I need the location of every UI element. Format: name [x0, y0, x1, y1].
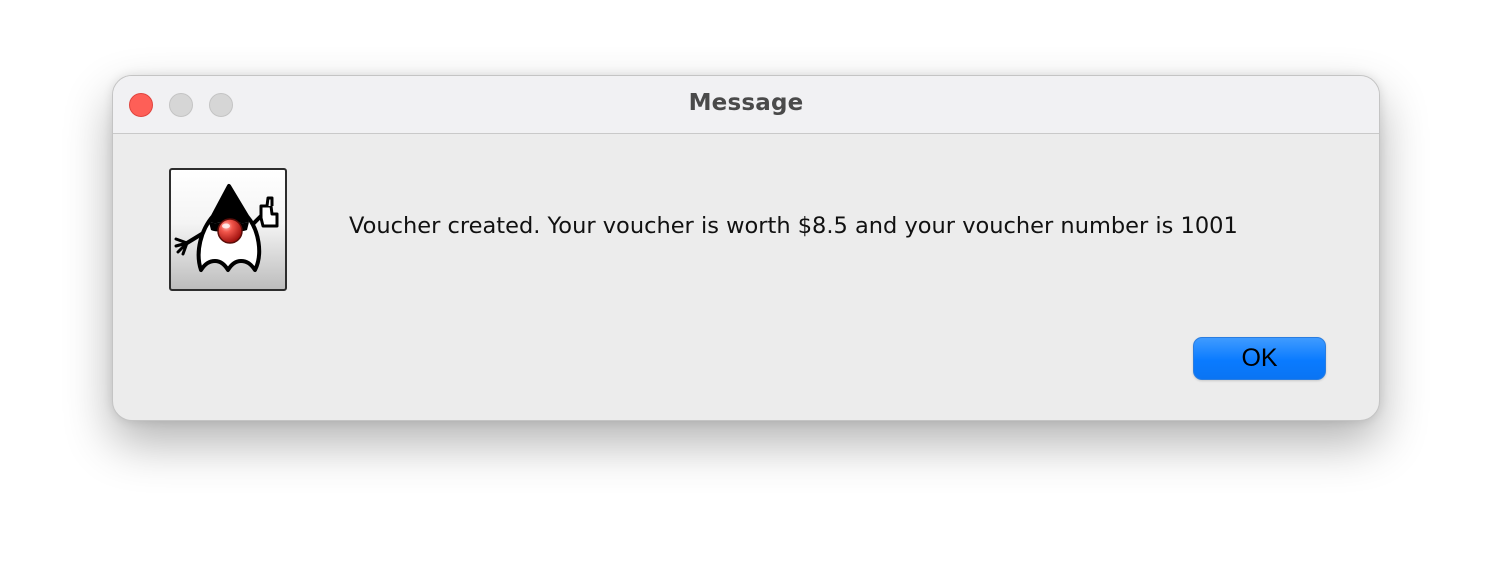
- ok-button[interactable]: OK: [1193, 337, 1326, 380]
- window-title: Message: [688, 90, 804, 116]
- message-dialog-window: Message Voucher created. Your voucher is…: [112, 75, 1380, 421]
- message-text: Voucher created. Your voucher is worth $…: [349, 213, 1238, 239]
- duke-mascot-graphic: [174, 184, 279, 272]
- java-duke-icon: [169, 168, 287, 291]
- title-bar[interactable]: Message: [113, 76, 1379, 134]
